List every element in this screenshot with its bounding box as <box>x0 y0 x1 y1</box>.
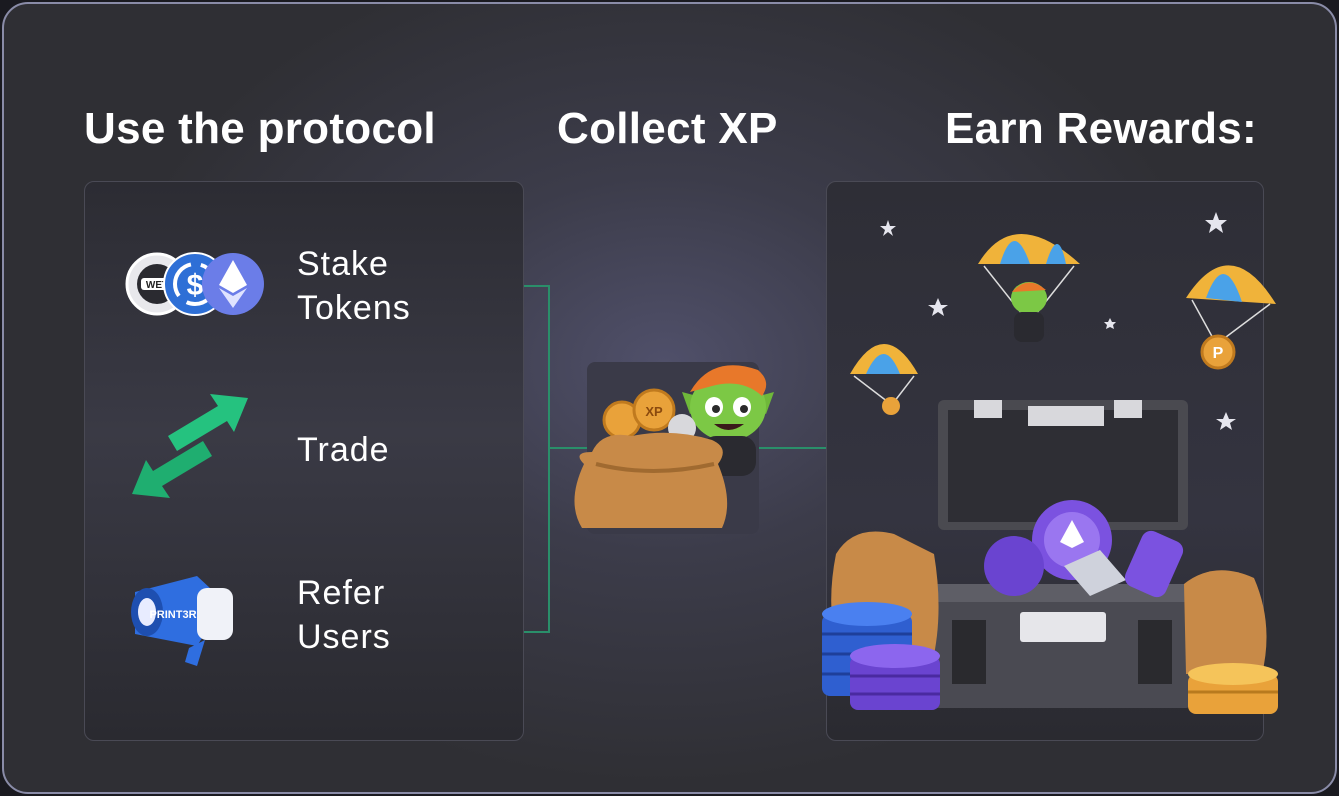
svg-text:P: P <box>1213 345 1224 362</box>
rewards-illustration: P <box>822 212 1278 714</box>
gold-coin-stack-icon <box>1188 663 1278 714</box>
main-frame: Use the protocol Collect XP Earn Rewards… <box>2 2 1337 794</box>
purple-coin-stack-icon <box>850 644 940 710</box>
coin-bag-right-icon <box>1184 570 1267 674</box>
sparkle-icon <box>1104 318 1116 329</box>
sparkle-icon <box>1216 412 1236 430</box>
parachute-coin-icon: P <box>1186 265 1276 370</box>
parachute-small-icon <box>850 344 918 415</box>
xp-bag-icon: XP <box>574 365 774 528</box>
sparkle-icon <box>880 220 896 236</box>
sparkle-icon <box>928 298 948 316</box>
sparkle-icon <box>1205 212 1227 233</box>
svg-text:XP: XP <box>645 404 663 419</box>
parachute-goblin-icon <box>978 234 1080 342</box>
